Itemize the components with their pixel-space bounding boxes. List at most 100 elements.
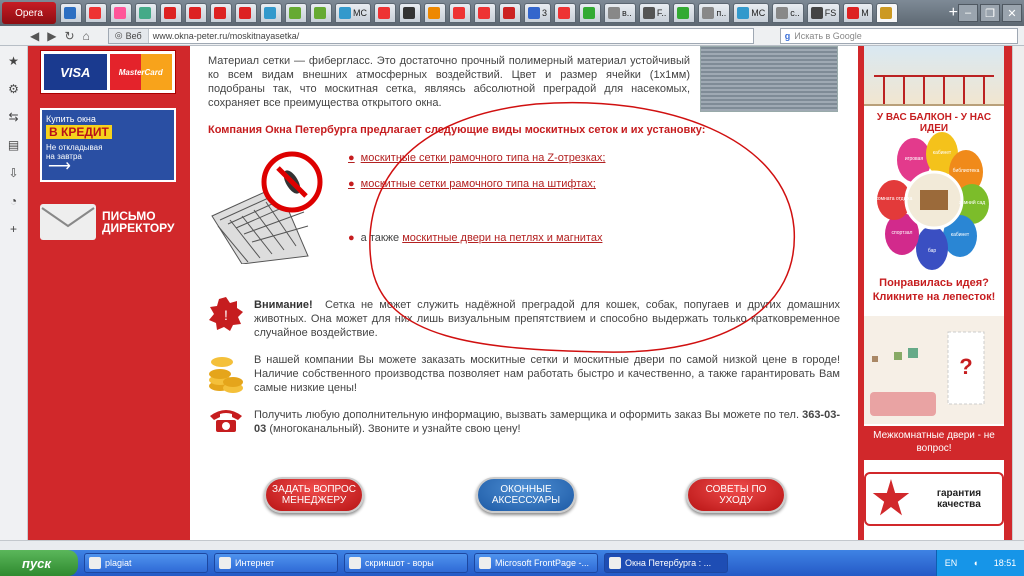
close-button[interactable]: ✕ [1002, 4, 1022, 22]
back-icon[interactable]: ◀ [30, 29, 39, 43]
browser-tab[interactable]: в.. [604, 3, 636, 23]
browser-tab[interactable]: MC [733, 3, 770, 23]
tab-label: 3 [542, 8, 548, 18]
app-icon [349, 557, 361, 569]
browser-tab[interactable] [399, 3, 421, 23]
browser-tab[interactable] [210, 3, 232, 23]
ask-manager-button[interactable]: ЗАДАТЬ ВОПРОС МЕНЕДЖЕРУ [264, 477, 364, 513]
credit-banner[interactable]: Купить окна В КРЕДИТ Не откладывая на за… [40, 108, 176, 182]
downloads-icon[interactable]: ⇩ [8, 166, 18, 180]
browser-tab[interactable] [285, 3, 307, 23]
browser-tab[interactable] [110, 3, 132, 23]
minimize-button[interactable]: – [958, 4, 978, 22]
app-icon [219, 557, 231, 569]
url-type-label: ◎ Веб [108, 28, 149, 43]
care-tips-button[interactable]: СОВЕТЫ ПО УХОДУ [686, 477, 786, 513]
tab-favicon-icon [114, 7, 126, 19]
right-sidebar-content: У ВАС БАЛКОН - У НАС ИДЕИ игровая кабине… [864, 46, 1004, 540]
taskbar-item[interactable]: plagiat [84, 553, 208, 573]
browser-tab[interactable] [60, 3, 82, 23]
add-panel-icon[interactable]: + [10, 222, 17, 236]
main-content: Материал сетки — фибергласс. Это достато… [198, 46, 848, 540]
browser-tab[interactable]: M [843, 3, 873, 23]
history-icon[interactable]: ◔ [10, 194, 17, 208]
tab-favicon-icon [558, 7, 571, 19]
reload-icon[interactable]: ↻ [64, 29, 74, 43]
tab-favicon-icon [642, 7, 655, 19]
share-icon[interactable]: ⇆ [8, 110, 18, 124]
browser-tab[interactable]: FS [806, 3, 841, 23]
bookmarks-icon[interactable]: ★ [8, 54, 19, 68]
tab-favicon-icon [139, 7, 151, 19]
browser-tab[interactable] [260, 3, 282, 23]
home-icon[interactable]: ⌂ [83, 29, 90, 43]
browser-tab[interactable] [310, 3, 332, 23]
quality-guarantee[interactable]: гарантия качества [864, 472, 1004, 526]
restore-button[interactable]: ❐ [980, 4, 1000, 22]
payment-cards: VISA MasterCard [40, 50, 176, 94]
browser-tab[interactable] [424, 3, 446, 23]
browser-tab[interactable] [135, 3, 157, 23]
tab-favicon-icon [189, 7, 201, 19]
browser-tab[interactable] [579, 3, 602, 23]
new-tab-button[interactable]: + [949, 4, 958, 22]
taskbar: пуск plagiat Интернет скриншот - воры Micro… [0, 550, 1024, 576]
tab-label: п.. [716, 8, 727, 18]
forward-icon[interactable]: ▶ [47, 29, 56, 43]
doors-banner[interactable]: Межкомнатные двери - не вопрос! [864, 426, 1004, 460]
browser-tab[interactable] [875, 3, 898, 23]
browser-tab[interactable] [374, 3, 396, 23]
url-type-text: Веб [125, 30, 142, 41]
opera-menu-button[interactable]: Opera [2, 2, 56, 24]
visa-logo: VISA [44, 54, 107, 90]
tab-favicon-icon [214, 7, 226, 19]
browser-tab[interactable]: 3 [524, 3, 552, 23]
google-icon: g [784, 30, 791, 41]
taskbar-item[interactable]: Окна Петербурга : ... [604, 553, 728, 573]
contact-prefix: Получить любую дополнительную информацию… [254, 409, 800, 421]
browser-tab[interactable] [449, 3, 471, 23]
notes-icon[interactable]: ▤ [8, 138, 19, 152]
language-indicator[interactable]: EN [945, 558, 958, 568]
browser-tab[interactable]: MC [335, 3, 371, 23]
browser-tab[interactable] [499, 3, 521, 23]
settings-icon[interactable]: ⚙ [8, 82, 19, 96]
tab-favicon-icon [64, 7, 76, 19]
search-input[interactable]: g Искать в Google [779, 27, 1018, 44]
accessories-button[interactable]: ОКОННЫЕ АКСЕССУАРЫ [476, 477, 576, 513]
tab-favicon-icon [879, 7, 892, 19]
url-field[interactable]: ◎ Веб www.okna-peter.ru/moskitnayasetka/ [107, 27, 754, 44]
browser-tab[interactable]: п.. [698, 3, 731, 23]
letter-to-director-link[interactable]: ПИСЬМО ДИРЕКТОРУ [40, 202, 176, 242]
coins-icon [209, 357, 243, 393]
search-placeholder: Искать в Google [794, 30, 862, 41]
start-button[interactable]: пуск [0, 550, 78, 576]
contact-text: Получить любую дополнительную информацию… [254, 408, 840, 436]
volume-icon[interactable]: ◖ [973, 558, 978, 568]
petal-label-3: зимний сад [959, 199, 986, 206]
taskbar-item[interactable]: Интернет [214, 553, 338, 573]
idea-prompt: Понравилась идея? Кликните на лепесток! [872, 277, 996, 303]
browser-tab[interactable]: F.. [638, 3, 671, 23]
browser-tab[interactable] [185, 3, 207, 23]
scrollbar[interactable] [1012, 46, 1024, 540]
credit-line1: Купить окна [46, 114, 96, 124]
tab-label: F.. [656, 8, 667, 18]
prices-text: В нашей компании Вы можете заказать моск… [254, 354, 840, 394]
right-sidebar: У ВАС БАЛКОН - У НАС ИДЕИ игровая кабине… [858, 46, 1024, 540]
browser-tab[interactable] [554, 3, 577, 23]
ideas-flower[interactable]: игровая кабинет библиотека зимний сад ка… [874, 130, 994, 272]
taskbar-item[interactable]: скриншот - воры [344, 553, 468, 573]
taskbar-item[interactable]: Microsoft FrontPage -... [474, 553, 598, 573]
browser-tab[interactable] [160, 3, 182, 23]
tab-bar: Opera MC 3 в.. F.. п.. MC с.. FS M + – ❐ ✕ [0, 0, 1024, 26]
browser-tab[interactable] [673, 3, 696, 23]
system-tray: EN ◖ 18:51 [936, 550, 1024, 576]
browser-tab[interactable] [85, 3, 107, 23]
browser-tab[interactable]: с.. [772, 3, 804, 23]
browser-tab[interactable] [474, 3, 496, 23]
tab-favicon-icon [810, 7, 823, 19]
star-icon [872, 479, 910, 516]
browser-tab[interactable] [235, 3, 257, 23]
room-image[interactable]: ? [864, 316, 1004, 424]
